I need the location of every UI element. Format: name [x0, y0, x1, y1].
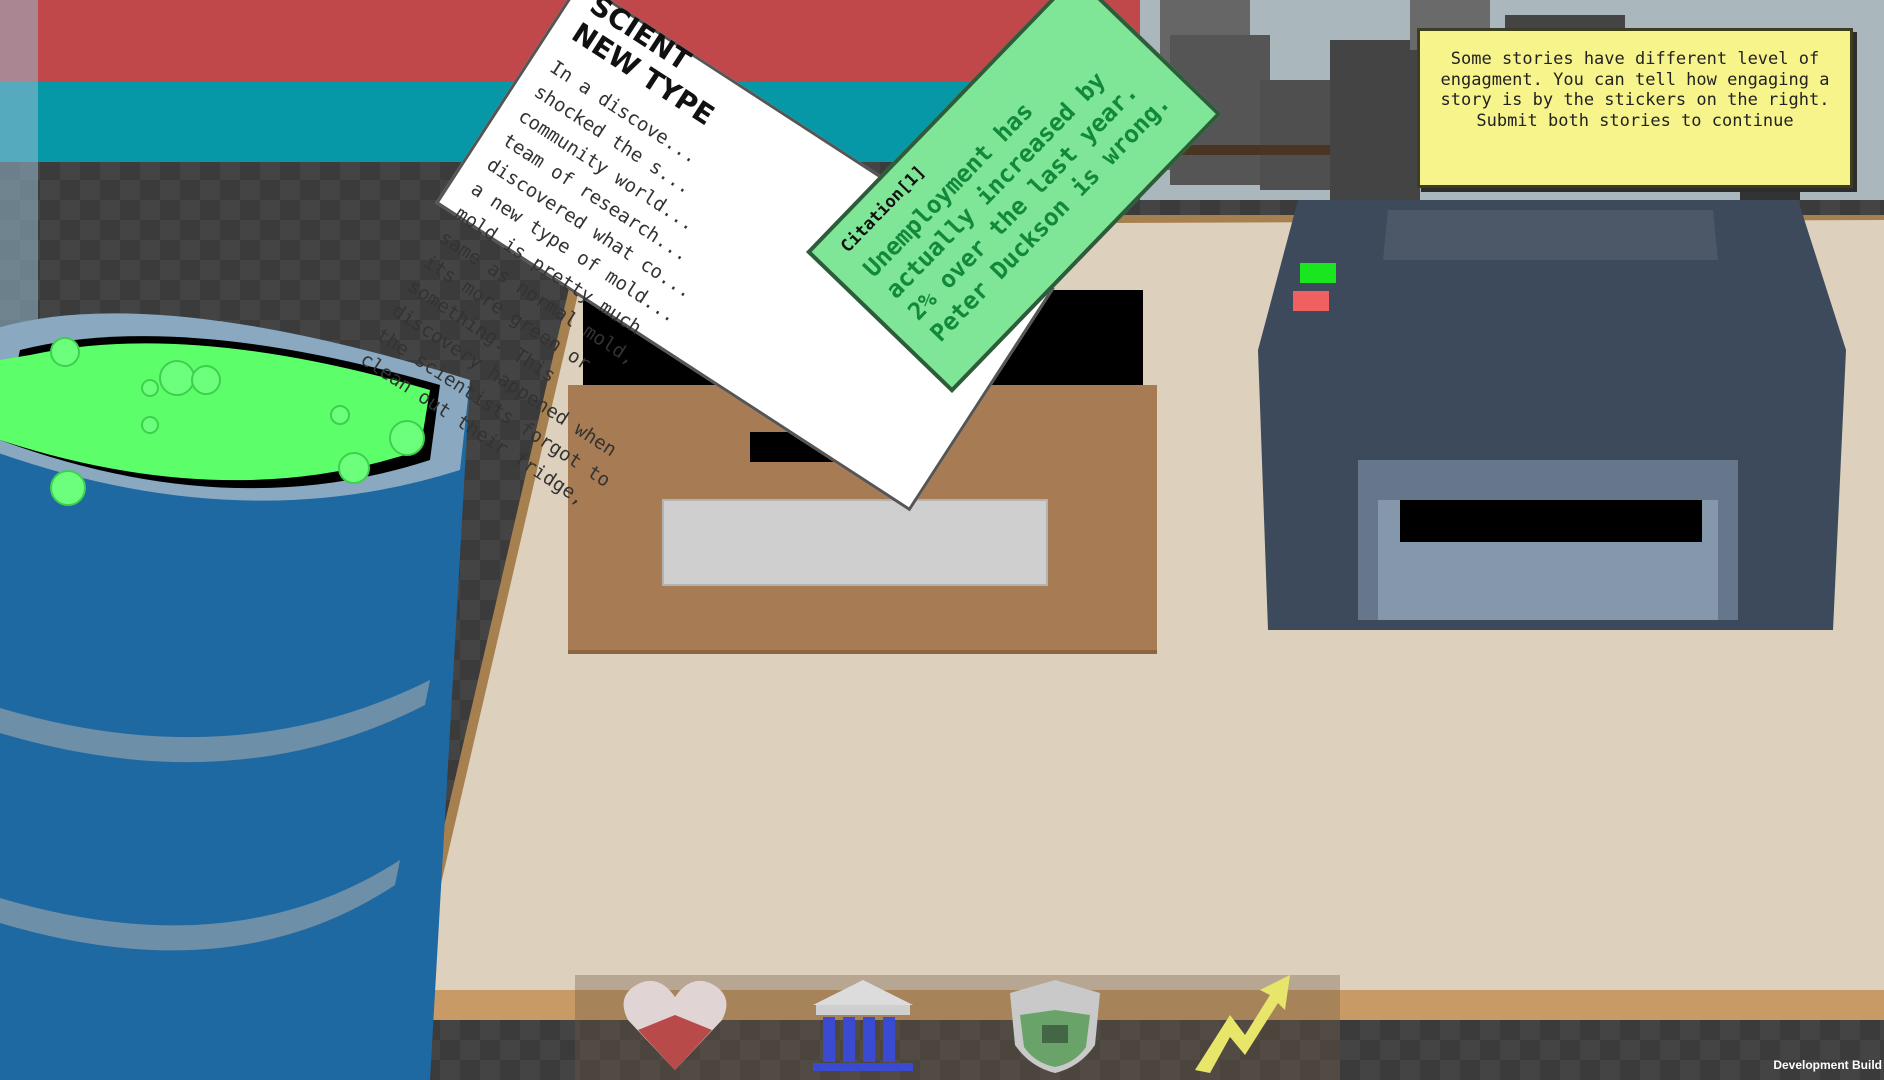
building	[1260, 80, 1340, 190]
lightning-arrow-icon[interactable]	[1190, 975, 1300, 1075]
tooltip-text: Some stories have different level of eng…	[1440, 49, 1830, 131]
tutorial-tooltip: Some stories have different level of eng…	[1417, 28, 1853, 188]
printer[interactable]	[1258, 200, 1846, 630]
printer-red-led	[1293, 291, 1329, 311]
build-label: Development Build	[1773, 1058, 1882, 1072]
briefcase-shield-icon[interactable]	[1000, 975, 1110, 1075]
printer-output-slot	[1400, 500, 1702, 542]
heart-handshake-icon[interactable]	[620, 975, 730, 1075]
printer-green-led	[1300, 263, 1336, 283]
building	[1330, 40, 1420, 200]
toxic-barrel[interactable]	[0, 300, 490, 1080]
game-scene: ‹ SCIENT NEW TYPE	[0, 0, 1884, 1080]
government-building-icon[interactable]	[808, 975, 918, 1075]
